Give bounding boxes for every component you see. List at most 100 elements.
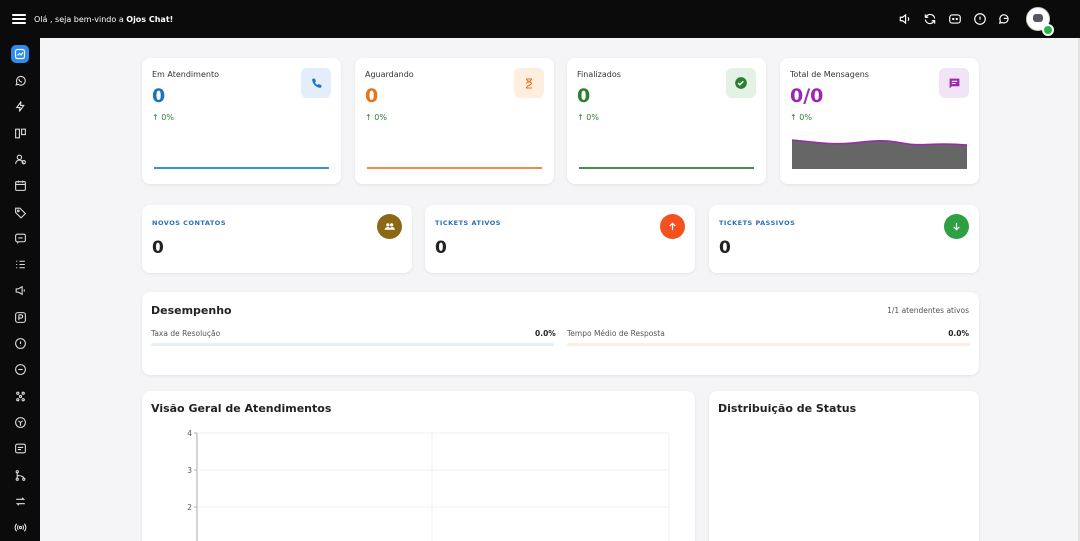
area-sparkline	[792, 139, 967, 169]
sparkline	[579, 167, 754, 169]
stat-card-in-service: Em Atendimento 0 ↑ 0%	[142, 58, 341, 184]
stat-title: Em Atendimento	[152, 70, 219, 79]
sidebar-item-whatsapp[interactable]	[0, 67, 40, 93]
chat-icon	[11, 229, 29, 247]
dashboard-icon	[11, 45, 29, 64]
sidebar-item-integrations[interactable]	[0, 488, 40, 514]
sidebar-item-contacts[interactable]	[0, 146, 40, 172]
card-title: TICKETS ATIVOS	[435, 219, 501, 227]
sidebar-item-flows[interactable]	[0, 462, 40, 488]
sidebar-item-flowbuilder[interactable]	[0, 304, 40, 330]
sidebar-item-tags[interactable]	[0, 199, 40, 225]
card-value: 0	[435, 238, 447, 258]
stat-title: Finalizados	[577, 70, 621, 79]
stat-change: ↑ 0%	[365, 113, 387, 122]
distribution-card: Distribuição de Status	[709, 391, 979, 541]
menu-icon[interactable]	[12, 12, 26, 26]
response-time-value: 0.0%	[948, 329, 969, 338]
resolution-value: 0.0%	[535, 329, 556, 338]
sparkline	[367, 167, 542, 169]
sidebar-item-connections[interactable]	[0, 515, 40, 541]
sidebar-item-openai[interactable]	[0, 409, 40, 435]
message-icon	[11, 440, 29, 458]
calendar-icon	[11, 177, 29, 195]
flash-icon	[11, 98, 29, 116]
stat-title: Aguardando	[365, 70, 414, 79]
stat-change: ↑ 0%	[790, 113, 812, 122]
openai-icon	[11, 414, 29, 432]
stat-title: Total de Mensagens	[790, 70, 869, 79]
card-title: NOVOS CONTATOS	[152, 219, 227, 227]
check-circle-icon	[726, 68, 756, 98]
resolution-label: Taxa de Resolução	[151, 329, 221, 338]
flow-icon	[11, 466, 29, 484]
section-title: Desempenho	[151, 304, 232, 317]
stat-change-value: 0%	[161, 113, 174, 122]
section-title: Distribuição de Status	[718, 402, 857, 415]
top-bar: Olá , seja bem-vindo a Ojos Chat!	[0, 0, 1080, 38]
queues-icon	[11, 387, 29, 405]
sidebar-item-quick-messages[interactable]	[0, 94, 40, 120]
add-group-icon	[377, 214, 402, 239]
sidebar-item-internal-chat[interactable]	[0, 225, 40, 251]
stat-card-waiting: Aguardando 0 ↑ 0%	[355, 58, 554, 184]
stat-card-finished: Finalizados 0 ↑ 0%	[567, 58, 766, 184]
overview-card: Visão Geral de Atendimentos 4321	[142, 391, 695, 541]
y-tick-label: 3	[187, 466, 192, 475]
greeting: Olá , seja bem-vindo a Ojos Chat!	[34, 15, 173, 24]
sidebar-item-schedules[interactable]	[0, 173, 40, 199]
top-icons	[897, 0, 1054, 38]
resolution-progress	[151, 343, 554, 346]
card-title: TICKETS PASSIVOS	[719, 219, 796, 227]
info-icon	[11, 335, 29, 353]
kanban-icon	[11, 124, 29, 142]
card-value: 0	[152, 238, 164, 258]
hourglass-icon	[514, 68, 544, 98]
avatar[interactable]	[1026, 7, 1054, 36]
signal-icon	[11, 519, 29, 537]
passive-tickets-card: TICKETS PASSIVOS 0	[709, 205, 979, 273]
phone-icon	[301, 68, 331, 98]
stat-value: 0	[365, 85, 379, 107]
megaphone-icon	[11, 282, 29, 300]
app-name: Ojos Chat!	[126, 14, 174, 24]
sparkline	[154, 167, 329, 169]
whatsapp-icon	[11, 71, 29, 89]
messages-icon[interactable]	[997, 11, 1013, 27]
info-icon[interactable]	[972, 11, 988, 27]
refresh-icon[interactable]	[922, 11, 938, 27]
y-tick-label: 4	[187, 429, 192, 438]
sidebar-item-kanban[interactable]	[0, 120, 40, 146]
online-status-badge	[1042, 24, 1054, 36]
active-agents: 1/1 atendentes ativos	[887, 306, 969, 315]
sidebar-item-queues[interactable]	[0, 383, 40, 409]
stat-change: ↑ 0%	[577, 113, 599, 122]
arrow-down-icon	[944, 214, 969, 239]
message-icon	[939, 68, 969, 98]
tag-icon	[11, 203, 29, 221]
integration-icon	[11, 492, 29, 510]
sidebar-item-campaigns[interactable]	[0, 278, 40, 304]
sidebar-item-tasks[interactable]	[0, 252, 40, 278]
sidebar-item-messages[interactable]	[0, 436, 40, 462]
y-tick-label: 2	[187, 503, 192, 512]
sidebar-item-api[interactable]	[0, 357, 40, 383]
stat-value: 0	[152, 85, 166, 107]
stat-change-value: 0%	[586, 113, 599, 122]
campaign-icon	[11, 308, 29, 326]
arrow-up-icon	[660, 214, 685, 239]
checklist-icon	[11, 256, 29, 274]
performance-card: Desempenho 1/1 atendentes ativos Taxa de…	[142, 292, 979, 375]
overview-chart: 4321	[187, 429, 670, 541]
sidebar-item-dashboard[interactable]	[0, 41, 40, 67]
volume-icon[interactable]	[897, 11, 913, 27]
stat-value: 0/0	[790, 85, 824, 107]
stat-change-value: 0%	[799, 113, 812, 122]
new-contacts-card: NOVOS CONTATOS 0	[142, 205, 412, 273]
sidebar-item-help[interactable]	[0, 330, 40, 356]
stat-value: 0	[577, 85, 591, 107]
stat-card-total-messages: Total de Mensagens 0/0 ↑ 0%	[780, 58, 979, 184]
stat-change: ↑ 0%	[152, 113, 174, 122]
chat-bot-icon[interactable]	[947, 11, 963, 27]
card-value: 0	[719, 238, 731, 258]
